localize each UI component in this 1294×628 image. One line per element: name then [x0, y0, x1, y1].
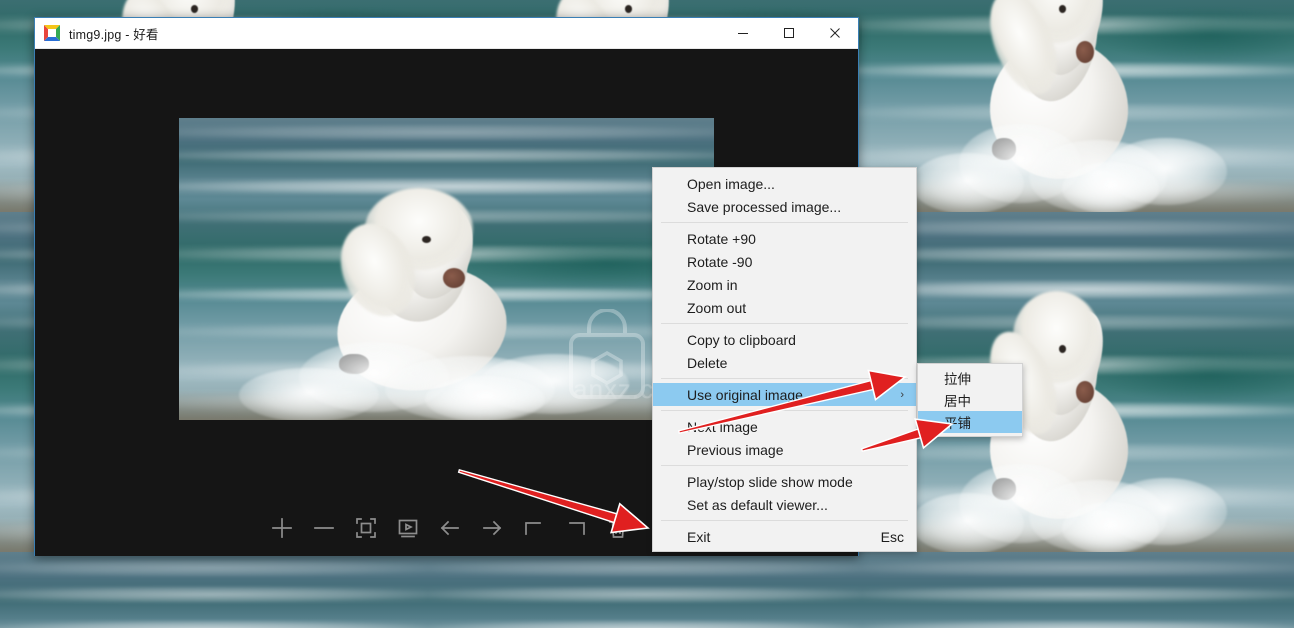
menu-separator [661, 410, 908, 411]
menu-item[interactable]: Previous image [653, 438, 916, 461]
wallpaper-tile [862, 552, 1294, 628]
menu-item-label: Delete [687, 354, 728, 371]
wallpaper-tile [428, 552, 862, 628]
menu-item-label: Save processed image... [687, 198, 842, 215]
menu-item[interactable]: Zoom out [653, 296, 916, 319]
seascape-photo [862, 0, 1294, 212]
window-controls [720, 18, 858, 49]
submenu-item-label: 拉伸 [944, 372, 971, 387]
rotate-right-icon[interactable] [557, 509, 595, 547]
submenu-item[interactable]: 拉伸 [918, 367, 1022, 389]
menu-item-label: Previous image [687, 441, 784, 458]
menu-separator [661, 222, 908, 223]
wave-foam [0, 586, 428, 603]
wave-foam [179, 178, 714, 195]
menu-item[interactable]: Copy to clipboard [653, 328, 916, 351]
menu-item[interactable]: Exit Esc [653, 525, 916, 548]
water-splash [425, 376, 545, 420]
next-image-icon[interactable] [473, 509, 511, 547]
previous-image-icon[interactable] [431, 509, 469, 547]
menu-item[interactable]: Use original image › [653, 383, 916, 406]
chevron-right-icon: › [900, 388, 904, 401]
menu-separator [661, 465, 908, 466]
submenu-item-label: 居中 [944, 394, 971, 409]
menu-item-label: Zoom out [687, 299, 747, 316]
menu-separator [661, 520, 908, 521]
menu-separator [661, 378, 908, 379]
horse-eye [422, 236, 431, 243]
context-menu[interactable]: Open image... Save processed image... Rota… [652, 167, 917, 552]
submenu-item[interactable]: 居中 [918, 389, 1022, 411]
seascape-photo [0, 552, 428, 628]
seascape-photo [179, 118, 714, 420]
window-titlebar[interactable]: timg9.jpg - 好看 [35, 18, 858, 49]
water-splash [910, 493, 1025, 552]
menu-item-accelerator: Esc [880, 528, 904, 545]
wave-foam [862, 280, 1294, 299]
wave-foam [0, 558, 428, 578]
water-splash [1061, 502, 1159, 552]
menu-item-label: Next image [687, 418, 758, 435]
menu-item[interactable]: Rotate +90 [653, 227, 916, 250]
seascape-photo [862, 552, 1294, 628]
displayed-image [179, 118, 714, 420]
menu-item-label: Zoom in [687, 276, 738, 293]
menu-item[interactable]: Zoom in [653, 273, 916, 296]
wave-foam [179, 124, 714, 141]
menu-item[interactable]: Rotate -90 [653, 250, 916, 273]
wallpaper-tile [0, 552, 428, 628]
horse-muzzle [443, 268, 465, 288]
zoom-in-icon[interactable] [263, 509, 301, 547]
menu-item[interactable]: Delete [653, 351, 916, 374]
water-splash [1061, 162, 1159, 212]
original-image-submenu[interactable]: 拉伸 居中 平铺 [917, 363, 1023, 437]
water-splash [239, 368, 379, 420]
menu-item[interactable]: Save processed image... [653, 195, 916, 218]
menu-item-label: Open image... [687, 175, 775, 192]
menu-item[interactable]: Set as default viewer... [653, 493, 916, 516]
submenu-item-label: 平铺 [944, 416, 971, 431]
menu-item-label: Use original image [687, 386, 803, 403]
wave-foam [862, 586, 1294, 603]
wave-foam [428, 586, 862, 603]
fit-to-screen-icon[interactable] [347, 509, 385, 547]
menu-item[interactable]: Open image... [653, 172, 916, 195]
close-icon[interactable] [812, 18, 858, 49]
menu-item-label: Rotate +90 [687, 230, 756, 247]
wave-foam [862, 246, 1294, 263]
delete-icon[interactable] [599, 509, 637, 547]
seascape-photo [428, 552, 862, 628]
wave-swell [1100, 8, 1294, 63]
menu-item[interactable]: Next image [653, 415, 916, 438]
menu-item-label: Set as default viewer... [687, 496, 828, 513]
water-splash [910, 153, 1025, 212]
wave-swell [1100, 348, 1294, 403]
menu-item-label: Copy to clipboard [687, 331, 796, 348]
menu-item-label: Play/stop slide show mode [687, 473, 853, 490]
menu-item[interactable]: Play/stop slide show mode [653, 470, 916, 493]
wave-foam [0, 620, 428, 628]
window-title: timg9.jpg - 好看 [69, 27, 159, 42]
wave-foam [862, 218, 1294, 238]
minimize-icon[interactable] [720, 18, 766, 49]
maximize-icon[interactable] [766, 18, 812, 49]
menu-separator [661, 323, 908, 324]
wallpaper-tile [862, 0, 1294, 212]
wave-foam [428, 620, 862, 628]
wave-foam [862, 620, 1294, 628]
rotate-left-icon[interactable] [515, 509, 553, 547]
menu-item-label: Exit [687, 528, 711, 545]
desktop-wallpaper: timg9.jpg - 好看 anxz.com Open image... Sa… [0, 0, 1294, 628]
menu-item-label: Rotate -90 [687, 253, 753, 270]
zoom-out-icon[interactable] [305, 509, 343, 547]
slideshow-icon[interactable] [389, 509, 427, 547]
wave-foam [179, 148, 714, 164]
submenu-item[interactable]: 平铺 [918, 411, 1022, 433]
app-logo-icon [44, 25, 60, 41]
wave-foam [428, 558, 862, 578]
wave-foam [862, 558, 1294, 578]
